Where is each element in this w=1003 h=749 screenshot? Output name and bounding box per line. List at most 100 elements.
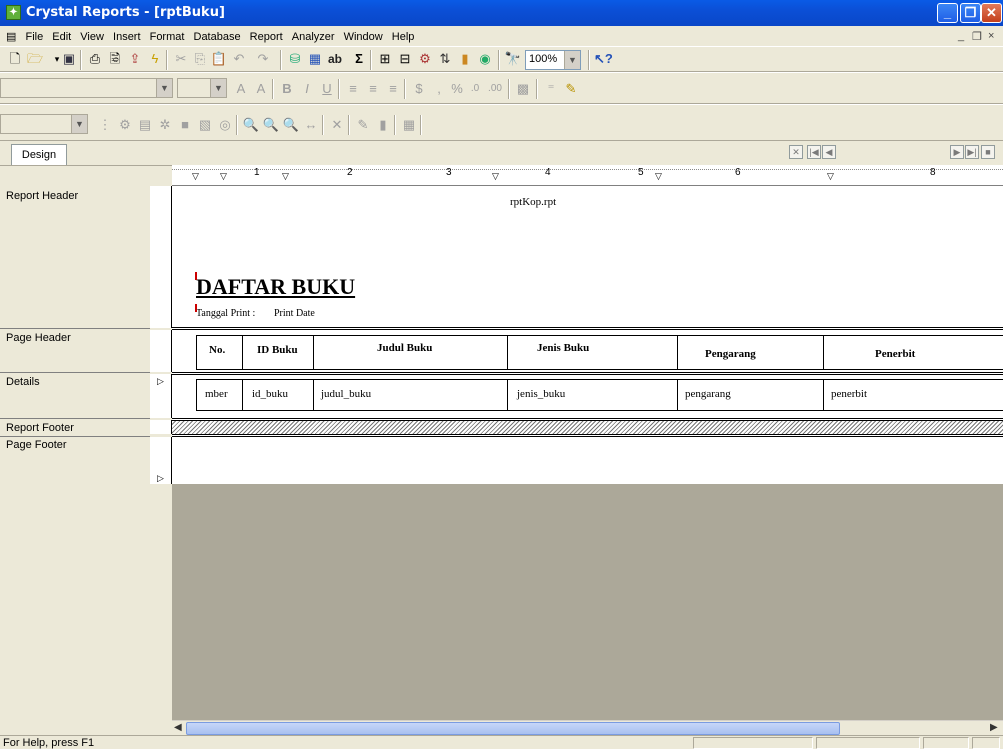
header-jenis-buku[interactable]: Jenis Buku <box>537 342 589 354</box>
chevron-down-icon[interactable]: ▼ <box>156 79 172 97</box>
mdi-close-icon[interactable]: × <box>988 30 994 42</box>
group-tree-icon[interactable]: ⋮ <box>96 116 114 134</box>
export-icon[interactable]: ⇪ <box>126 50 144 68</box>
print-date-label[interactable]: Tanggal Print : <box>196 308 255 319</box>
insert-subreport-icon[interactable]: ⊟ <box>396 50 414 68</box>
help-pointer-icon[interactable]: ↖? <box>594 50 613 68</box>
previous-page-icon[interactable]: ◀ <box>822 145 836 159</box>
increase-font-icon[interactable]: A <box>232 80 250 98</box>
chevron-down-icon[interactable]: ▼ <box>71 115 87 133</box>
close-button[interactable]: ✕ <box>981 3 1002 23</box>
field-pengarang[interactable]: pengarang <box>685 388 731 400</box>
highlight-icon[interactable]: ✎ <box>354 116 372 134</box>
menu-help[interactable]: Help <box>389 27 418 43</box>
section-marker-report-footer[interactable] <box>150 420 172 434</box>
currency-icon[interactable]: $ <box>410 80 428 98</box>
increase-decimals-icon[interactable]: .0 <box>466 80 484 98</box>
insert-table-icon[interactable]: ▦ <box>306 50 324 68</box>
header-id-buku[interactable]: ID Buku <box>257 344 298 356</box>
guide-marker-icon[interactable]: ▽ <box>655 171 662 182</box>
zoom-out-icon[interactable]: 🔍 <box>262 116 280 134</box>
scroll-left-icon[interactable]: ◀ <box>174 722 182 733</box>
decrease-font-icon[interactable]: A <box>252 80 270 98</box>
thousands-separator-icon[interactable]: , <box>430 80 448 98</box>
zoom-select[interactable]: 100% ▼ <box>525 50 581 70</box>
italic-icon[interactable]: I <box>298 80 316 98</box>
open-icon[interactable]: 🗁 <box>26 50 44 68</box>
cut-icon[interactable]: ✂ <box>172 50 190 68</box>
field-judul-buku[interactable]: judul_buku <box>321 388 371 400</box>
menu-format[interactable]: Format <box>147 27 188 43</box>
find-icon[interactable]: 🔭 <box>504 50 522 68</box>
undo-icon[interactable]: ↶ <box>230 50 248 68</box>
section-marker-details[interactable]: ▷ <box>150 374 172 418</box>
document-icon[interactable]: ▤ <box>0 26 19 43</box>
chevron-down-icon[interactable]: ▼ <box>564 51 580 69</box>
insert-database-field-icon[interactable]: ⛁ <box>286 50 304 68</box>
mdi-restore-icon[interactable]: ❐ <box>972 30 982 43</box>
section-label-page-footer[interactable]: Page Footer <box>6 439 67 451</box>
subreport-kop[interactable]: rptKop.rpt <box>510 196 556 208</box>
menu-analyzer[interactable]: Analyzer <box>289 27 338 43</box>
insert-summary-icon[interactable]: Σ <box>350 50 368 68</box>
border-icon[interactable]: ▩ <box>514 80 532 98</box>
print-icon[interactable]: ⎙ <box>86 50 104 68</box>
select-expert-icon[interactable]: ⚙ <box>416 50 434 68</box>
insert-text-object-icon[interactable]: ab <box>326 50 344 68</box>
menu-window[interactable]: Window <box>341 27 386 43</box>
guide-marker-icon[interactable]: ▽ <box>192 171 199 182</box>
report-canvas[interactable]: rptKop.rpt DAFTAR BUKU Tanggal Print : P… <box>172 186 1003 484</box>
scroll-right-icon[interactable]: ▶ <box>990 722 998 733</box>
horizontal-scrollbar[interactable]: ◀ ▶ <box>172 720 1003 735</box>
percent-icon[interactable]: % <box>448 80 466 98</box>
section-label-report-footer[interactable]: Report Footer <box>6 422 74 434</box>
field-jenis-buku[interactable]: jenis_buku <box>517 388 565 400</box>
minimize-button[interactable]: _ <box>937 3 958 23</box>
drill-icon[interactable]: ↔ <box>302 116 320 134</box>
report-footer-suppressed[interactable] <box>172 421 1003 434</box>
section-label-page-header[interactable]: Page Header <box>6 332 71 344</box>
section-label-report-header[interactable]: Report Header <box>6 190 78 202</box>
menu-report[interactable]: Report <box>247 27 286 43</box>
align-center-icon[interactable]: ≡ <box>364 80 382 98</box>
section-label-details[interactable]: Details <box>6 376 40 388</box>
header-no[interactable]: No. <box>209 344 225 356</box>
object-select[interactable]: ▼ <box>0 114 88 134</box>
settings-icon[interactable]: ✲ <box>156 116 174 134</box>
chevron-down-icon[interactable]: ▼ <box>210 79 226 97</box>
report-title[interactable]: DAFTAR BUKU <box>196 274 355 300</box>
tab-design[interactable]: Design <box>11 144 67 166</box>
field-nomor[interactable]: mber <box>205 388 228 400</box>
refresh-icon[interactable]: ϟ <box>146 50 164 68</box>
menu-insert[interactable]: Insert <box>110 27 144 43</box>
save-icon[interactable]: ▣ <box>60 50 78 68</box>
delete-icon[interactable]: ✕ <box>328 116 346 134</box>
align-left-icon[interactable]: ≡ <box>344 80 362 98</box>
header-penerbit[interactable]: Penerbit <box>875 348 915 360</box>
redo-icon[interactable]: ↷ <box>254 50 272 68</box>
next-page-icon[interactable]: ▶ <box>950 145 964 159</box>
section-marker-report-header[interactable] <box>150 186 172 328</box>
scrollbar-thumb[interactable] <box>186 722 840 735</box>
first-page-icon[interactable]: |◀ <box>807 145 821 159</box>
header-judul-buku[interactable]: Judul Buku <box>377 342 432 354</box>
header-pengarang[interactable]: Pengarang <box>705 348 756 360</box>
menu-file[interactable]: File <box>22 27 46 43</box>
stop-icon[interactable]: ■ <box>981 145 995 159</box>
title-bar[interactable]: ✦ Crystal Reports - [rptBuku] _ ❐ ✕ <box>0 0 1003 26</box>
guide-marker-icon[interactable]: ▽ <box>492 171 499 182</box>
guide-marker-icon[interactable]: ▽ <box>220 171 227 182</box>
crystal-reports-app-icon[interactable]: ✦ <box>6 5 21 20</box>
field-id-buku[interactable]: id_buku <box>252 388 288 400</box>
grid-icon[interactable]: ▦ <box>400 116 418 134</box>
bold-icon[interactable]: B <box>278 80 296 98</box>
print-preview-icon[interactable]: 🗟 <box>106 50 124 68</box>
horizontal-ruler[interactable]: 1 2 3 4 5 6 7 8 ▽ ▽ ▽ ▽ ▽ ▽ <box>172 165 1003 186</box>
print-date-field[interactable]: Print Date <box>274 308 315 319</box>
close-view-icon[interactable]: ✕ <box>789 145 803 159</box>
menu-database[interactable]: Database <box>191 27 244 43</box>
decrease-decimals-icon[interactable]: .00 <box>486 80 504 98</box>
insert-map-icon[interactable]: ◉ <box>476 50 494 68</box>
align-right-icon[interactable]: ≡ <box>384 80 402 98</box>
gear-icon[interactable]: ⚙ <box>116 116 134 134</box>
